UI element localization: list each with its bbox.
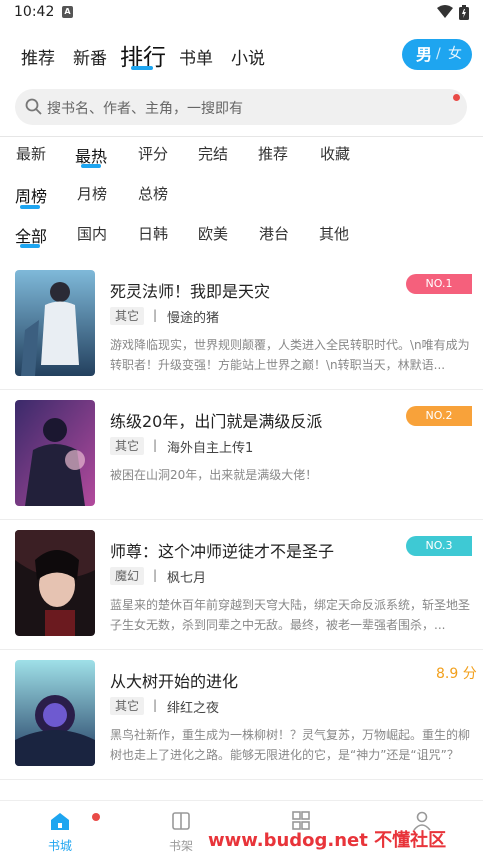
separator: | xyxy=(153,568,158,582)
tab-booklist[interactable]: 书单 xyxy=(179,44,213,69)
book-list-item[interactable]: 师尊：这个冲师逆徒才不是圣子 魔幻 | 枫七月 蓝星来的楚休百年前穿越到天穹大陆… xyxy=(0,520,483,650)
book-author: 绯红之夜 xyxy=(167,701,220,716)
gender-male-label: 男 xyxy=(416,45,433,64)
book-list-item[interactable]: 从大树开始的进化 其它 | 绯红之夜 黑鸟社新作，重生成为一株柳树！？灵气复苏，… xyxy=(0,650,483,780)
nav-bookshelf-label: 书架 xyxy=(168,839,193,853)
filter-recommend[interactable]: 推荐 xyxy=(258,143,288,164)
book-genre-tag: 魔幻 xyxy=(110,567,145,585)
search-icon xyxy=(25,98,42,115)
book-description: 游戏降临现实，世界规则颠覆，人类进入全民转职时代。\n唯有成为转职者！升级变强！… xyxy=(110,338,470,372)
book-description: 蓝星来的楚休百年前穿越到天穹大陆，绑定天命反派系统，斩圣地圣子生女无数，杀到同辈… xyxy=(110,598,470,632)
separator: | xyxy=(153,438,158,452)
search-input[interactable]: 搜书名、作者、主角，一搜即有 xyxy=(15,89,467,125)
separator: | xyxy=(153,308,158,322)
book-description: 黑鸟社新作，重生成为一株柳树！？灵气复苏，万物崛起。重生的柳树也走上了进化之路。… xyxy=(110,728,470,762)
book-author: 海外自主上传1 xyxy=(167,441,254,456)
book-cover-image xyxy=(15,270,95,376)
book-cover-image xyxy=(15,530,95,636)
filter-monthly[interactable]: 月榜 xyxy=(77,183,107,204)
filter-hk-tw[interactable]: 港台 xyxy=(259,223,289,244)
rank-badge: NO.2 xyxy=(406,406,472,426)
gender-toggle[interactable]: 男 / 女 xyxy=(402,39,472,70)
status-time: 10:42 xyxy=(14,4,55,20)
gender-separator: / xyxy=(436,46,441,62)
book-list-item[interactable]: 练级20年，出门就是满级反派 其它 | 海外自主上传1 被困在山洞20年，出来就… xyxy=(0,390,483,520)
watermark: www.budog.net 不懂社区 xyxy=(208,830,447,851)
book-genre-tag: 其它 xyxy=(110,307,145,325)
rank-badge: NO.3 xyxy=(406,536,472,556)
book-author: 慢途的猪 xyxy=(167,311,220,326)
book-description: 被困在山洞20年，出来就是满级大佬！ xyxy=(110,468,318,482)
filter-completed[interactable]: 完结 xyxy=(198,143,228,164)
nav-notification-dot xyxy=(92,813,100,821)
period-filter-row: 周榜 月榜 总榜 xyxy=(0,183,483,213)
filter-western[interactable]: 欧美 xyxy=(198,223,228,244)
filter-favorites[interactable]: 收藏 xyxy=(320,143,350,164)
nav-bookstore[interactable]: 书城 xyxy=(30,811,90,854)
bookshelf-icon xyxy=(172,812,190,830)
book-title: 死灵法师！我即是天灾 xyxy=(110,282,271,301)
book-author: 枫七月 xyxy=(167,571,207,586)
tab-novel[interactable]: 小说 xyxy=(231,44,265,69)
notification-a-icon: A xyxy=(62,6,73,18)
filter-rating[interactable]: 评分 xyxy=(138,143,168,164)
divider xyxy=(0,136,483,137)
filter-domestic[interactable]: 国内 xyxy=(77,223,107,244)
filter-weekly[interactable]: 周榜 xyxy=(15,183,47,207)
region-filter-row: 全部 国内 日韩 欧美 港台 其他 xyxy=(0,223,483,253)
book-title: 练级20年，出门就是满级反派 xyxy=(110,412,323,431)
filter-total[interactable]: 总榜 xyxy=(138,183,168,204)
bookstore-home-icon xyxy=(51,813,69,830)
book-title: 师尊：这个冲师逆徒才不是圣子 xyxy=(110,542,335,561)
book-cover-image xyxy=(15,400,95,506)
status-bar: 10:42 A xyxy=(0,0,483,26)
sort-filter-row: 最新 最热 评分 完结 推荐 收藏 xyxy=(0,143,483,173)
filter-latest[interactable]: 最新 xyxy=(16,143,46,164)
filter-japan-korea[interactable]: 日韩 xyxy=(138,223,168,244)
filter-other[interactable]: 其他 xyxy=(319,223,349,244)
battery-icon xyxy=(459,5,469,20)
book-list-item[interactable]: 死灵法师！我即是天灾 其它 | 慢途的猪 游戏降临现实，世界规则颠覆，人类进入全… xyxy=(0,260,483,390)
tab-recommend[interactable]: 推荐 xyxy=(21,44,55,69)
book-score: 8.9 分 xyxy=(436,666,477,682)
book-genre-tag: 其它 xyxy=(110,697,145,715)
region-filter-indicator xyxy=(20,244,40,248)
rank-badge: NO.1 xyxy=(406,274,472,294)
tab-new[interactable]: 新番 xyxy=(73,44,107,69)
period-filter-indicator xyxy=(20,205,40,209)
wifi-icon xyxy=(437,5,453,18)
nav-bookstore-label: 书城 xyxy=(47,839,72,853)
gender-female-label: 女 xyxy=(448,46,462,62)
separator: | xyxy=(153,698,158,712)
sort-filter-indicator xyxy=(81,164,101,168)
book-cover-image xyxy=(15,660,95,766)
active-tab-indicator xyxy=(131,66,153,70)
search-notification-dot xyxy=(453,94,460,101)
search-placeholder: 搜书名、作者、主角，一搜即有 xyxy=(47,101,243,117)
nav-bookshelf[interactable]: 书架 xyxy=(151,811,211,854)
book-genre-tag: 其它 xyxy=(110,437,145,455)
book-title: 从大树开始的进化 xyxy=(110,672,239,691)
